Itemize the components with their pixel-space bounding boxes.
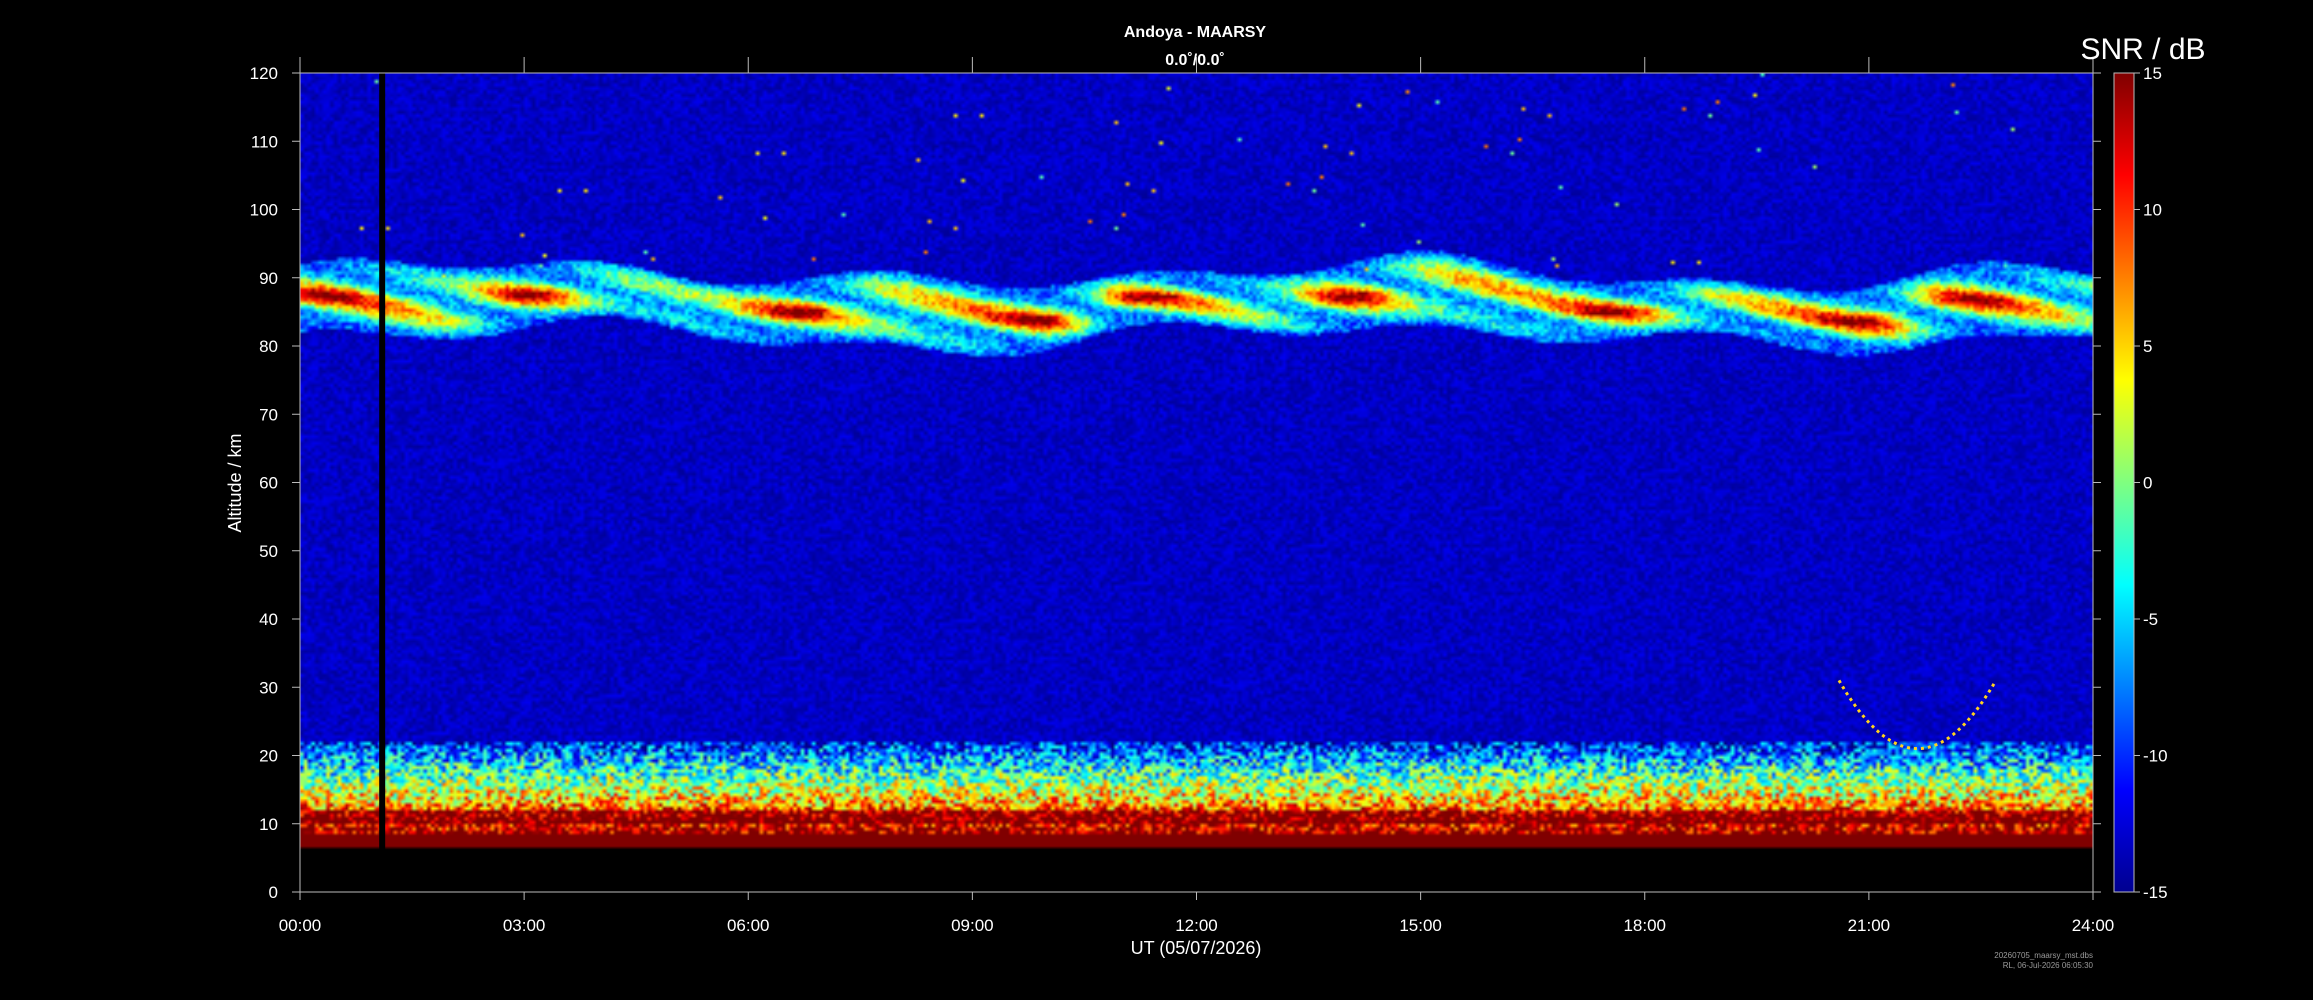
y-tick-label: 80	[259, 337, 278, 356]
chart-title: Andoya - MAARSY	[1124, 24, 1267, 41]
y-tick-label: 60	[259, 474, 278, 493]
y-axis-label: Altitude / km	[225, 433, 245, 532]
data-gap-bar	[379, 73, 386, 852]
colorbar-tick-label: -5	[2143, 610, 2158, 629]
y-tick-label: 40	[259, 610, 278, 629]
x-axis-label: UT (05/07/2026)	[1131, 938, 1262, 958]
x-tick-label: 09:00	[951, 916, 994, 935]
x-tick-label: 12:00	[1175, 916, 1218, 935]
colorbar-tick-label: -15	[2143, 883, 2168, 902]
x-tick-label: 24:00	[2072, 916, 2115, 935]
heatmap-image	[300, 73, 2093, 892]
chart: Andoya - MAARSY 0.0˚/0.0˚ 01020304050607…	[225, 24, 2206, 970]
y-tick-label: 30	[259, 678, 278, 697]
chart-subtitle: 0.0˚/0.0˚	[1165, 52, 1225, 69]
y-tick-label: 20	[259, 747, 278, 766]
colorbar	[2113, 72, 2135, 893]
y-tick-label: 100	[250, 201, 278, 220]
colorbar-title: SNR / dB	[2080, 33, 2205, 66]
y-tick-label: 10	[259, 815, 278, 834]
y-tick-label: 110	[251, 132, 278, 151]
x-tick-label: 06:00	[727, 916, 770, 935]
footer-timestamp: RL, 06-Jul-2026 06:05:30	[2003, 961, 2094, 970]
x-tick-label: 18:00	[1623, 916, 1666, 935]
footer-filename: 20260705_maarsy_mst.dbs	[1994, 951, 2093, 960]
colorbar-tick-label: -10	[2143, 747, 2168, 766]
y-tick-label: 120	[250, 64, 278, 83]
y-tick-label: 90	[259, 269, 278, 288]
x-tick-label: 03:00	[503, 916, 546, 935]
heatmap	[300, 73, 2093, 892]
colorbar-ticks: 15 10 5 0 -5 -10 -15	[2134, 64, 2168, 902]
y-tick-label: 70	[259, 405, 278, 424]
x-tick-label: 15:00	[1399, 916, 1442, 935]
x-tick-label: 21:00	[1848, 916, 1891, 935]
colorbar-tick-label: 10	[2143, 201, 2162, 220]
colorbar-tick-label: 0	[2143, 474, 2152, 493]
y-tick-label: 0	[269, 883, 278, 902]
colorbar-tick-label: 15	[2143, 64, 2162, 83]
x-tick-label: 00:00	[279, 916, 322, 935]
y-tick-label: 50	[259, 542, 278, 561]
colorbar-tick-label: 5	[2143, 337, 2152, 356]
